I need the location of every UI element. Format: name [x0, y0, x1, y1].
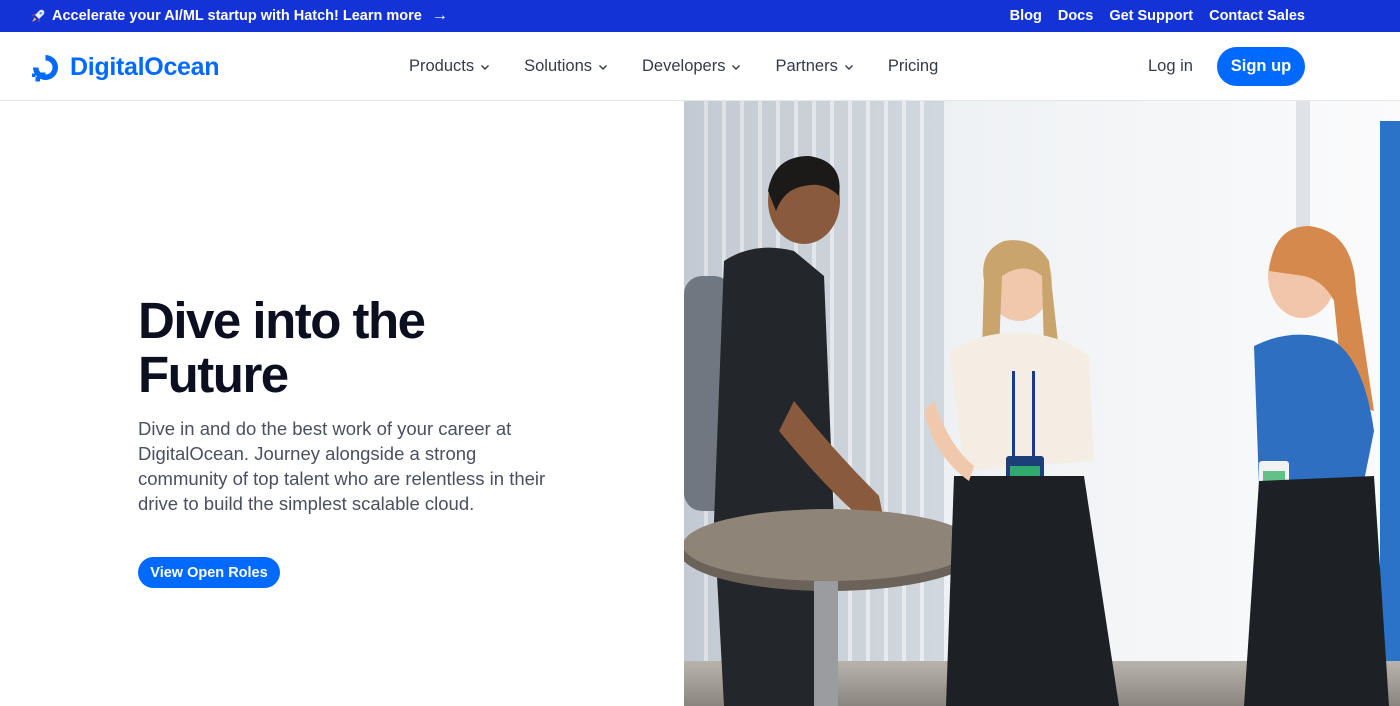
promo-text: Accelerate your AI/ML startup with Hatch… — [52, 8, 422, 24]
nav-label: Pricing — [887, 57, 939, 75]
digitalocean-logo-icon — [32, 54, 58, 81]
arrow-right-icon: → — [431, 7, 448, 24]
nav-partners[interactable]: Partners — [775, 57, 853, 76]
main-nav: Products Solutions Developers Partners P… — [409, 32, 938, 101]
nav-developers[interactable]: Developers — [642, 57, 741, 76]
nav-products[interactable]: Products — [409, 57, 490, 76]
blog-link[interactable]: Blog — [1010, 8, 1042, 24]
nav-pricing[interactable]: Pricing — [888, 57, 938, 76]
digitalocean-logo[interactable]: DigitalOcean — [29, 50, 220, 84]
docs-link[interactable]: Docs — [1058, 8, 1093, 24]
hero-photo — [684, 101, 1400, 706]
announcement-bar: Accelerate your AI/ML startup with Hatch… — [0, 0, 1400, 32]
logo-wordmark: DigitalOcean — [70, 52, 220, 81]
promo-link[interactable]: Accelerate your AI/ML startup with Hatch… — [30, 0, 448, 32]
chevron-down-icon — [844, 64, 853, 70]
get-support-link[interactable]: Get Support — [1109, 8, 1193, 24]
contact-sales-link[interactable]: Contact Sales — [1209, 8, 1305, 24]
login-link[interactable]: Log in — [1148, 32, 1193, 101]
view-open-roles-button[interactable]: View Open Roles — [138, 557, 280, 588]
hero-headline: Dive into the Future — [138, 292, 426, 403]
nav-label: Partners — [775, 57, 838, 75]
chevron-down-icon — [732, 64, 741, 70]
utility-links: Blog Docs Get Support Contact Sales — [1010, 0, 1305, 32]
main-header: DigitalOcean Products Solutions Develope… — [0, 32, 1400, 101]
nav-label: Products — [409, 57, 475, 75]
nav-solutions[interactable]: Solutions — [524, 57, 608, 76]
signup-button[interactable]: Sign up — [1217, 47, 1305, 86]
nav-label: Developers — [642, 57, 726, 75]
nav-label: Solutions — [524, 57, 593, 75]
hero-section — [0, 101, 684, 706]
chevron-down-icon — [599, 64, 608, 70]
rocket-icon — [32, 9, 45, 22]
chevron-down-icon — [481, 64, 490, 70]
hero-description: Dive in and do the best work of your car… — [138, 418, 546, 514]
